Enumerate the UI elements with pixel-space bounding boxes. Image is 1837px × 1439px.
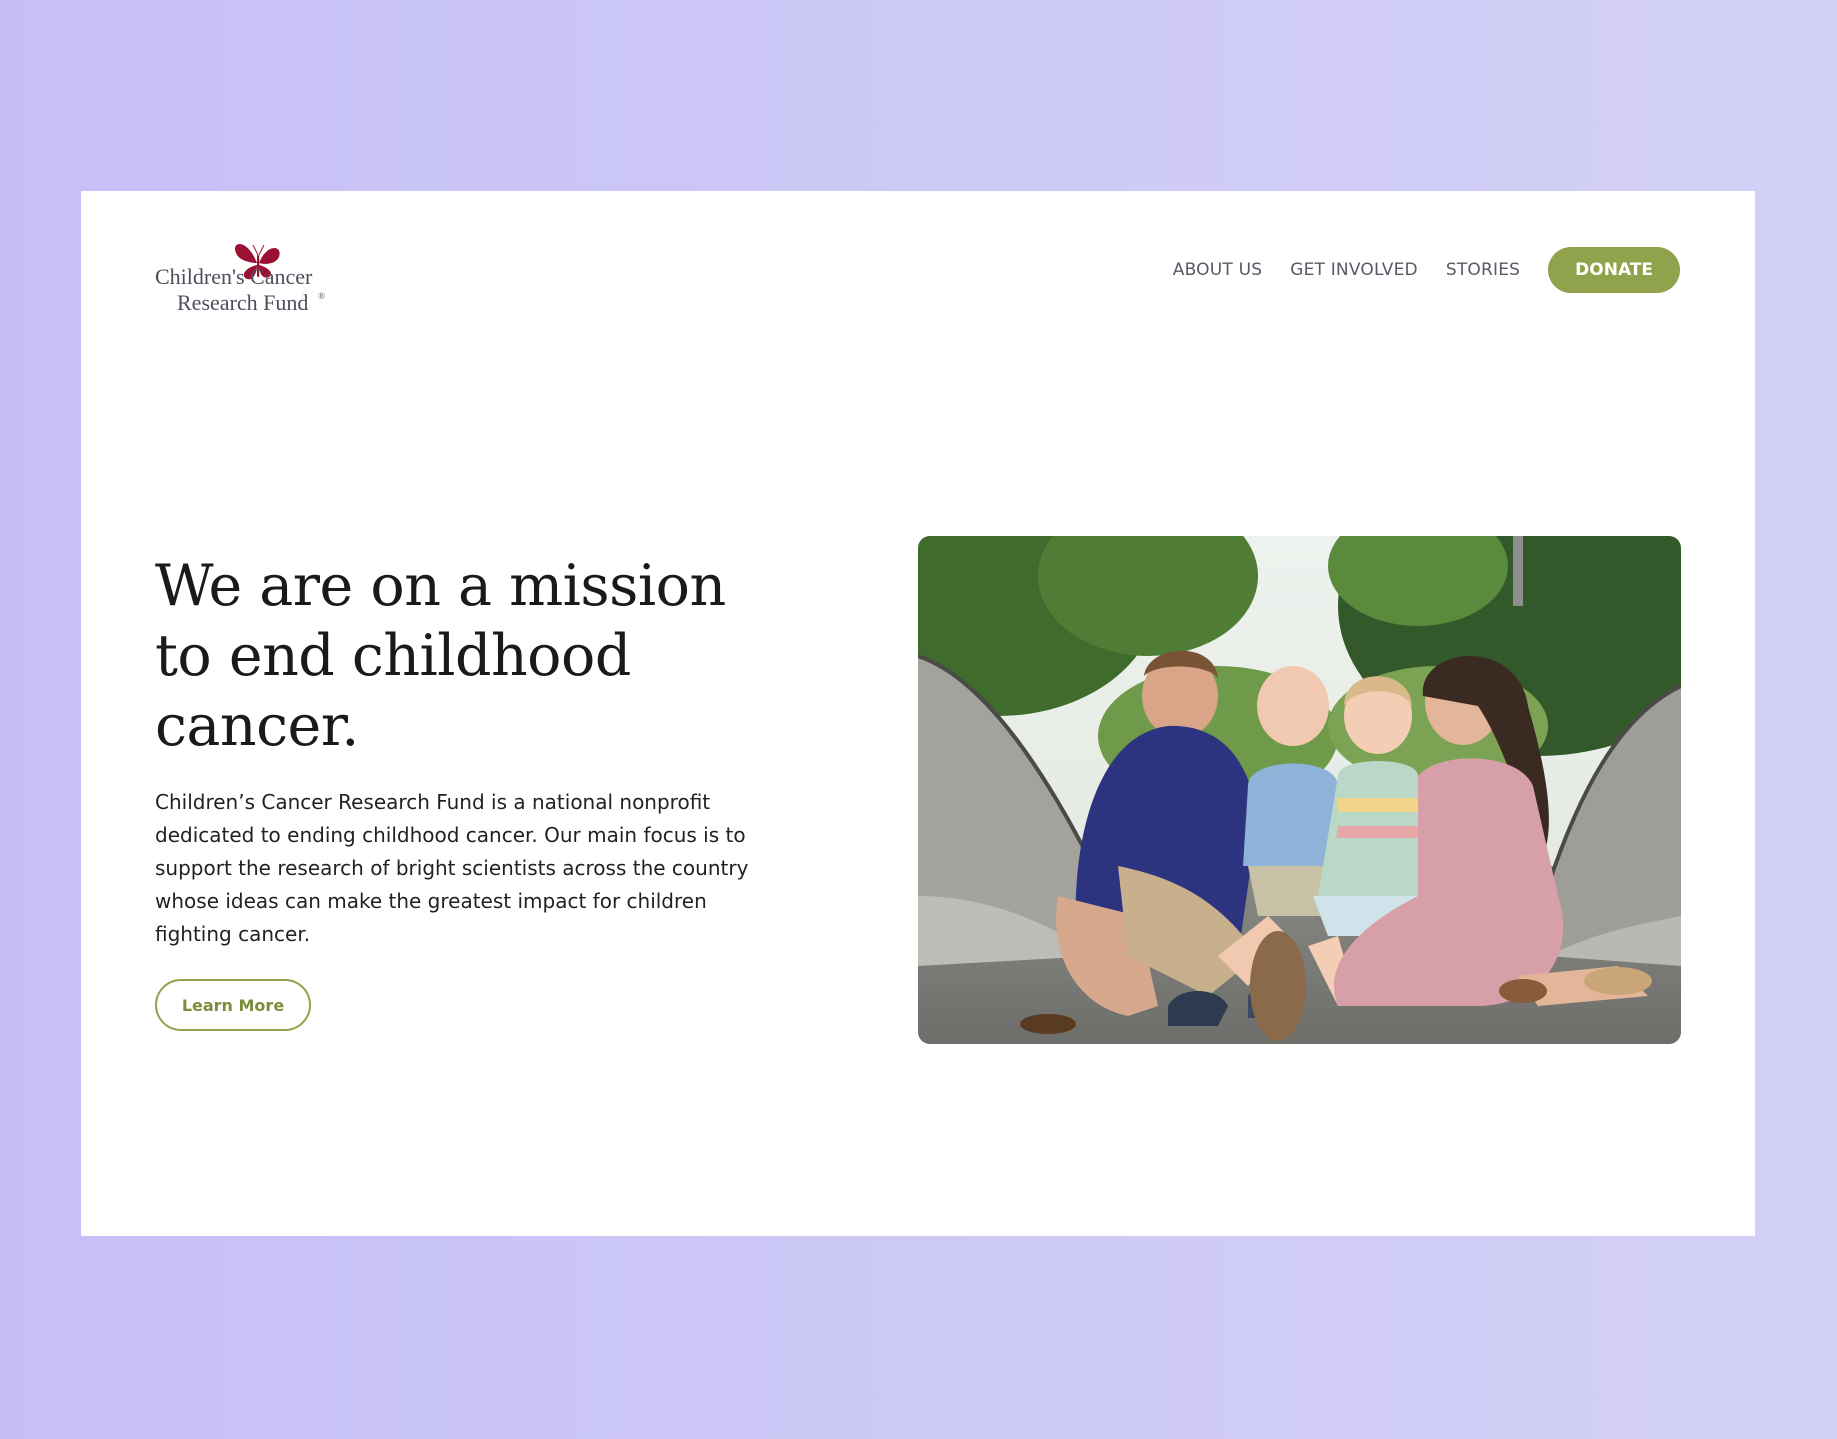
hero-description: Children’s Cancer Research Fund is a nat… [155, 790, 749, 946]
logo-line2: Research Fund [177, 290, 308, 315]
main-nav: ABOUT US GET INVOLVED STORIES DONATE [1173, 247, 1680, 293]
hero-heading: We are on a mission to end childhood can… [155, 553, 726, 759]
learn-more-button[interactable]: Learn More [155, 979, 311, 1031]
nav-stories[interactable]: STORIES [1446, 260, 1520, 280]
logo-line1: Children's Cancer [155, 264, 313, 289]
nav-get-involved[interactable]: GET INVOLVED [1290, 260, 1418, 280]
logo-registered-mark: ® [318, 291, 325, 301]
hero-family-photo [918, 536, 1681, 1044]
logo-graphic: Children's Cancer Research Fund ® [155, 243, 325, 315]
nav-about-us[interactable]: ABOUT US [1173, 260, 1262, 280]
site-logo[interactable]: Children's Cancer Research Fund ® [155, 227, 355, 317]
page-card: Children's Cancer Research Fund ® ABOUT … [81, 191, 1755, 1236]
donate-button[interactable]: DONATE [1548, 247, 1680, 293]
family-photo-illustration [918, 536, 1681, 1044]
